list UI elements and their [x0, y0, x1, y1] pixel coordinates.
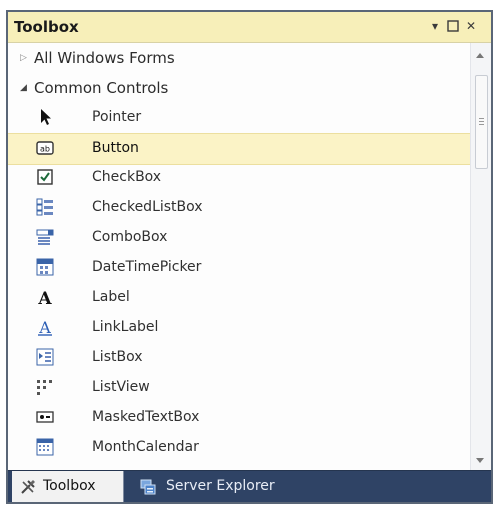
item-label: MonthCalendar: [92, 439, 199, 455]
collapse-arrow-icon[interactable]: ◢: [20, 83, 27, 93]
button-icon: ab: [36, 141, 54, 155]
tab-server-explorer[interactable]: Server Explorer: [126, 471, 296, 502]
item-label: Label: [92, 289, 130, 305]
toolbox-item-combobox[interactable]: ComboBox: [8, 223, 471, 253]
scroll-thumb[interactable]: [475, 75, 488, 169]
label-icon: A: [37, 289, 52, 306]
month-calendar-icon: [36, 438, 54, 456]
checkbox-icon: [37, 169, 53, 185]
pointer-icon: [41, 109, 51, 125]
tab-toolbox[interactable]: Toolbox: [12, 471, 124, 502]
svg-text:ab: ab: [40, 145, 50, 154]
tab-label: Toolbox: [43, 478, 96, 494]
group-label: Common Controls: [34, 79, 169, 97]
item-label: Button: [92, 140, 139, 156]
masked-text-box-icon: [36, 411, 54, 423]
vertical-scrollbar[interactable]: [470, 43, 491, 473]
item-label: ListView: [92, 379, 150, 395]
bottom-tab-bar: Toolbox Server Explorer: [8, 470, 491, 502]
tab-label: Server Explorer: [166, 478, 275, 494]
group-common-controls[interactable]: ◢ Common Controls: [8, 73, 471, 103]
toolbox-item-listview[interactable]: ListView: [8, 373, 471, 403]
item-label: DateTimePicker: [92, 259, 202, 275]
grip-line: [479, 124, 484, 125]
pin-icon[interactable]: ▾: [428, 19, 442, 33]
toolbox-item-pointer[interactable]: Pointer: [8, 103, 471, 133]
toolbox-list: ▷ All Windows Forms ◢ Common Controls Po…: [8, 43, 471, 473]
grip-line: [479, 121, 484, 122]
group-all-windows-forms[interactable]: ▷ All Windows Forms: [8, 43, 471, 73]
item-label: LinkLabel: [92, 319, 159, 335]
title-bar: Toolbox ▾ ✕: [8, 12, 491, 43]
combo-box-icon: [36, 229, 54, 245]
toolbox-item-maskedtextbox[interactable]: MaskedTextBox: [8, 403, 471, 433]
item-label: ComboBox: [92, 229, 168, 245]
close-icon[interactable]: ✕: [464, 19, 478, 33]
scroll-up-icon[interactable]: [476, 53, 484, 58]
toolbox-item-button[interactable]: ab Button: [8, 133, 471, 165]
checked-list-box-icon: [36, 198, 53, 216]
toolbox-item-linklabel[interactable]: A LinkLabel: [8, 313, 471, 343]
item-label: Pointer: [92, 109, 142, 125]
list-box-icon: [36, 348, 54, 366]
group-label: All Windows Forms: [34, 49, 175, 67]
toolbox-window: Toolbox ▾ ✕ ▷ All Windows Forms ◢ Common…: [6, 10, 493, 504]
scroll-down-icon[interactable]: [476, 458, 484, 463]
maximize-icon[interactable]: [446, 19, 460, 33]
server-explorer-icon: [140, 479, 156, 495]
item-label: MaskedTextBox: [92, 409, 200, 425]
list-view-icon: [37, 380, 52, 395]
toolbox-item-listbox[interactable]: ListBox: [8, 343, 471, 373]
item-label: ListBox: [92, 349, 143, 365]
toolbox-item-checkedlistbox[interactable]: CheckedListBox: [8, 193, 471, 223]
window-title: Toolbox: [14, 18, 79, 36]
date-time-picker-icon: [36, 258, 54, 276]
toolbox-item-datetimepicker[interactable]: DateTimePicker: [8, 253, 471, 283]
toolbox-item-checkbox[interactable]: CheckBox: [8, 163, 471, 193]
svg-text:A: A: [38, 318, 51, 336]
toolbox-item-monthcalendar[interactable]: MonthCalendar: [8, 433, 471, 463]
expand-arrow-icon[interactable]: ▷: [20, 53, 27, 63]
toolbox-tools-icon: [21, 480, 35, 494]
toolbox-item-label[interactable]: A Label: [8, 283, 471, 313]
grip-line: [479, 118, 484, 119]
item-label: CheckedListBox: [92, 199, 203, 215]
svg-text:A: A: [37, 289, 52, 306]
item-label: CheckBox: [92, 169, 162, 185]
link-label-icon: A: [38, 318, 52, 336]
